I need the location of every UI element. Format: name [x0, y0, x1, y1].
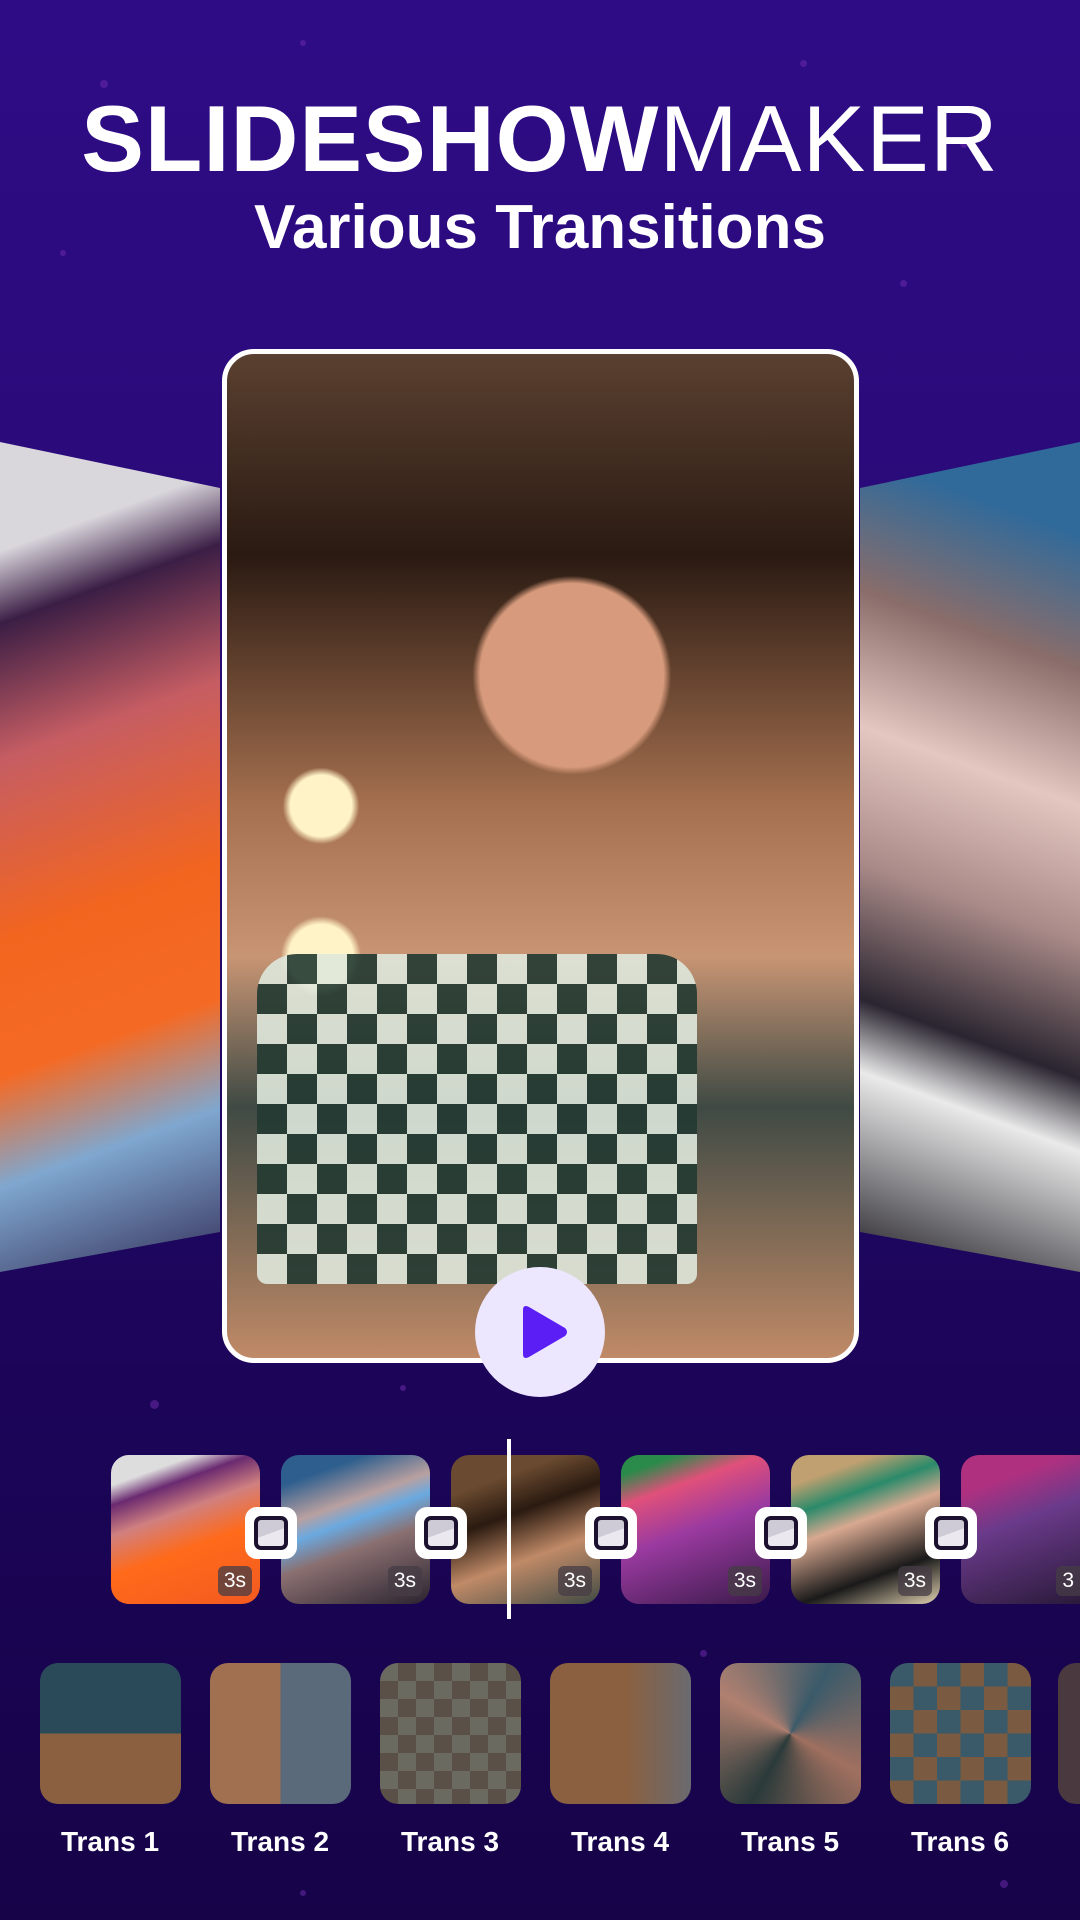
- clip-duration: 3s: [897, 1566, 932, 1596]
- clip-duration: 3: [1056, 1566, 1080, 1596]
- clip-duration: 3s: [217, 1566, 252, 1596]
- transition-icon: [424, 1516, 458, 1550]
- transition-label: Trans 2: [230, 1826, 330, 1857]
- transition-label: Trans 3: [400, 1826, 500, 1857]
- transition-button[interactable]: [245, 1507, 297, 1559]
- transition-button[interactable]: [755, 1507, 807, 1559]
- app-title: SLIDESHOWMAKER: [0, 92, 1080, 186]
- title-bold: SLIDESHOW: [81, 86, 660, 191]
- transition-button[interactable]: [925, 1507, 977, 1559]
- clip-duration: 3s: [557, 1566, 592, 1596]
- transition-thumb-4[interactable]: [550, 1663, 691, 1804]
- transition-button[interactable]: [415, 1507, 467, 1559]
- timeline-clip[interactable]: 3s: [281, 1455, 430, 1604]
- clip-duration: 3s: [727, 1566, 762, 1596]
- transition-label: Trans 6: [910, 1826, 1010, 1857]
- transition-icon: [764, 1516, 798, 1550]
- previous-slide-photo[interactable]: [0, 442, 220, 1272]
- playhead[interactable]: [507, 1439, 511, 1619]
- transition-button[interactable]: [585, 1507, 637, 1559]
- next-slide-photo[interactable]: [860, 442, 1080, 1272]
- subtitle: Various Transitions: [254, 193, 826, 262]
- photo-detail: [257, 954, 697, 1284]
- timeline-clip[interactable]: 3s: [111, 1455, 260, 1604]
- timeline-clip[interactable]: 3s: [451, 1455, 600, 1604]
- timeline-clip[interactable]: 3s: [621, 1455, 770, 1604]
- transition-thumb-7[interactable]: [1058, 1663, 1080, 1804]
- play-icon: [523, 1306, 567, 1358]
- clip-duration: 3s: [387, 1566, 422, 1596]
- title-light: MAKER: [659, 86, 999, 191]
- transition-thumb-2[interactable]: [210, 1663, 351, 1804]
- transition-thumb-5[interactable]: [720, 1663, 861, 1804]
- play-button[interactable]: [475, 1267, 605, 1397]
- timeline-clip[interactable]: 3: [961, 1455, 1080, 1604]
- transition-icon: [934, 1516, 968, 1550]
- transition-label: Trans 5: [740, 1826, 840, 1857]
- transition-icon: [254, 1516, 288, 1550]
- transition-thumb-3[interactable]: [380, 1663, 521, 1804]
- timeline-clip[interactable]: 3s: [791, 1455, 940, 1604]
- transition-label: Trans 4: [570, 1826, 670, 1857]
- transition-label: Trans 1: [60, 1826, 160, 1857]
- transition-thumb-1[interactable]: [40, 1663, 181, 1804]
- preview-photo[interactable]: [222, 349, 859, 1363]
- transition-icon: [594, 1516, 628, 1550]
- transition-thumb-6[interactable]: [890, 1663, 1031, 1804]
